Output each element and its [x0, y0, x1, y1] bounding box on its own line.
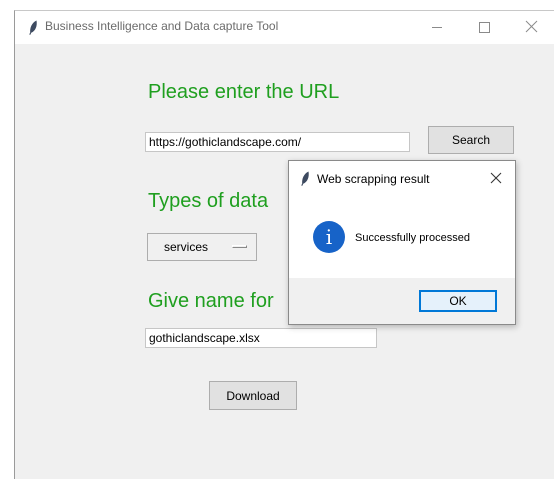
types-of-data-dropdown[interactable]: services: [147, 233, 257, 261]
types-of-data-label: Types of data: [148, 190, 269, 212]
ok-button[interactable]: OK: [419, 290, 497, 312]
types-of-data-selected: services: [164, 240, 209, 254]
maximize-icon: [479, 22, 490, 33]
maximize-button[interactable]: [473, 17, 495, 37]
feather-icon: [28, 20, 38, 39]
message-dialog: Web scrapping result i Successfully proc…: [288, 160, 516, 325]
dialog-close-button[interactable]: [487, 169, 505, 187]
close-icon: [525, 20, 538, 33]
title-bar[interactable]: Business Intelligence and Data capture T…: [15, 11, 554, 44]
dialog-title: Web scrapping result: [317, 172, 430, 186]
search-button[interactable]: Search: [428, 126, 514, 154]
dialog-message: Successfully processed: [355, 232, 470, 244]
url-label: Please enter the URL: [148, 81, 340, 103]
minimize-button[interactable]: [426, 17, 448, 37]
dialog-footer: OK: [289, 278, 515, 324]
filename-label: Give name for: [148, 290, 274, 312]
filename-input[interactable]: [145, 328, 377, 348]
info-icon: i: [313, 221, 345, 253]
close-button[interactable]: [521, 17, 543, 37]
download-button[interactable]: Download: [209, 381, 297, 410]
url-input[interactable]: [145, 132, 410, 152]
feather-icon: [300, 171, 310, 190]
dropdown-indicator-icon: [232, 245, 247, 248]
close-icon: [490, 172, 502, 184]
window-title: Business Intelligence and Data capture T…: [45, 19, 279, 33]
minimize-icon: [432, 27, 442, 28]
